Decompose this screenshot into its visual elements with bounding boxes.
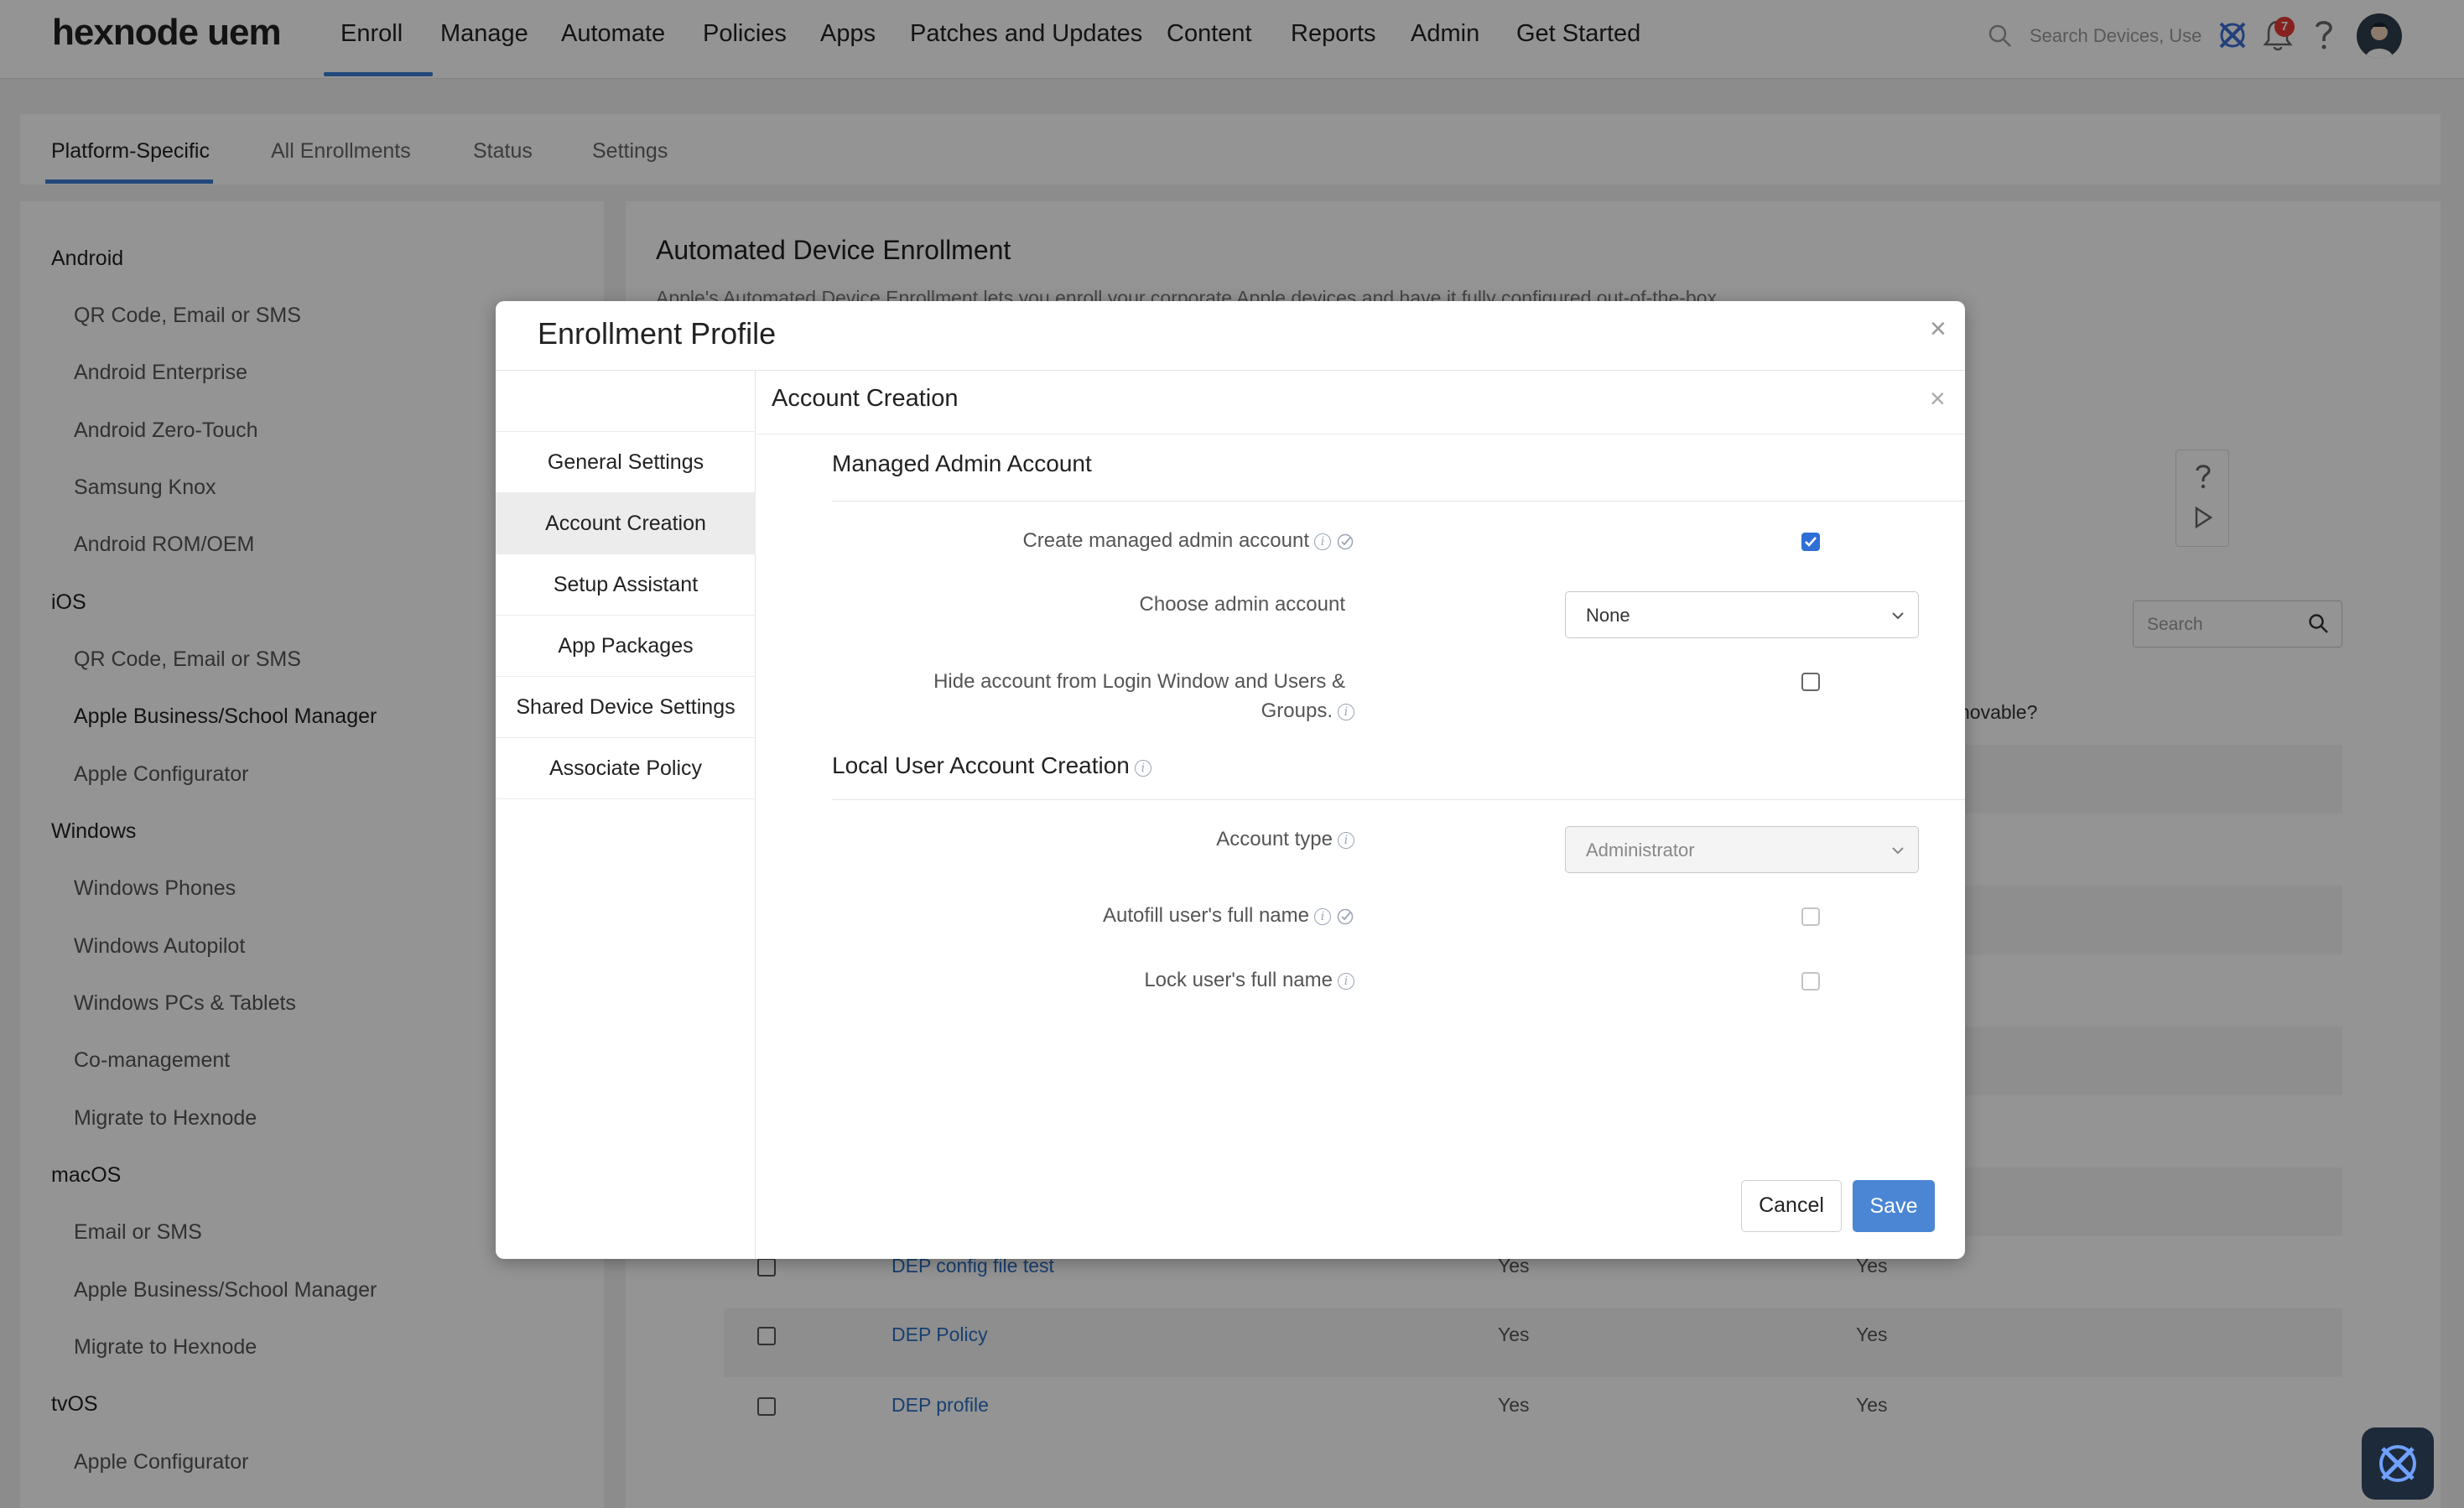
modal-nav-shared-device-settings[interactable]: Shared Device Settings xyxy=(496,677,756,738)
info-icon[interactable]: i xyxy=(1338,703,1354,720)
hide-account-label-text: Groups. xyxy=(1261,699,1333,722)
account-type-label-text: Account type xyxy=(1216,828,1333,850)
chevron-down-icon xyxy=(1892,612,1904,620)
hide-account-checkbox[interactable] xyxy=(1801,673,1820,691)
autofill-full-name-label: Autofill user's full name i xyxy=(915,904,1354,928)
hide-account-label-cont: Groups. i xyxy=(831,699,1354,723)
create-managed-admin-label-text: Create managed admin account xyxy=(1022,529,1309,552)
info-icon[interactable]: i xyxy=(1338,831,1354,849)
close-icon[interactable]: × xyxy=(1930,315,1947,343)
hide-account-label: Hide account from Login Window and Users… xyxy=(933,670,1345,693)
section-local-user-account-title: Local User Account Creation xyxy=(832,752,1130,778)
account-type-value: Administrator xyxy=(1586,840,1695,861)
modal-section-nav: General Settings Account Creation Setup … xyxy=(496,371,756,1259)
modal-nav-app-packages[interactable]: App Packages xyxy=(496,616,756,677)
modal-title: Enrollment Profile xyxy=(538,316,777,351)
info-icon[interactable]: i xyxy=(1314,533,1331,550)
save-button[interactable]: Save xyxy=(1853,1180,1935,1232)
choose-admin-account-select[interactable]: None xyxy=(1565,591,1919,638)
autofill-full-name-label-text: Autofill user's full name xyxy=(1102,904,1309,927)
info-icon-wrap: i xyxy=(1130,756,1151,778)
lock-full-name-checkbox[interactable] xyxy=(1801,972,1820,991)
account-type-select[interactable]: Administrator xyxy=(1565,826,1919,873)
account-type-label: Account type i xyxy=(915,828,1354,851)
lock-full-name-label-text: Lock user's full name xyxy=(1144,969,1333,991)
create-managed-admin-label: Create managed admin account i xyxy=(915,529,1354,553)
checkmark-icon xyxy=(1805,537,1817,547)
panel-close-icon[interactable]: × xyxy=(1930,385,1946,412)
info-icon[interactable]: i xyxy=(1314,907,1331,925)
nav-spacer xyxy=(496,371,756,432)
section-divider xyxy=(832,501,1965,502)
autofill-full-name-checkbox[interactable] xyxy=(1801,907,1820,926)
lock-full-name-label: Lock user's full name i xyxy=(915,969,1354,992)
choose-admin-account-label: Choose admin account xyxy=(1139,593,1345,616)
chevron-down-icon xyxy=(1892,847,1904,855)
section-local-user-account: Local User Account Creation i xyxy=(832,752,1151,779)
info-icon[interactable]: i xyxy=(1338,972,1354,990)
choose-admin-account-value: None xyxy=(1586,605,1630,626)
hexnode-assist-icon xyxy=(2379,1445,2416,1482)
modal-nav-account-creation[interactable]: Account Creation xyxy=(496,493,756,554)
section-managed-admin-account: Managed Admin Account xyxy=(832,450,1092,476)
info-icon[interactable]: i xyxy=(1134,759,1151,777)
create-managed-admin-checkbox[interactable] xyxy=(1801,533,1820,551)
modal-nav-setup-assistant[interactable]: Setup Assistant xyxy=(496,554,756,616)
enrollment-profile-modal: Enrollment Profile × General Settings Ac… xyxy=(496,301,1965,1259)
verified-check-icon xyxy=(1337,533,1354,549)
modal-nav-associate-policy[interactable]: Associate Policy xyxy=(496,738,756,799)
section-divider xyxy=(832,799,1965,800)
verified-check-icon xyxy=(1337,908,1354,924)
cancel-button[interactable]: Cancel xyxy=(1741,1180,1842,1232)
panel-title: Account Creation xyxy=(772,385,959,412)
hexnode-assist-button[interactable] xyxy=(2362,1427,2434,1500)
modal-nav-general-settings[interactable]: General Settings xyxy=(496,432,756,493)
